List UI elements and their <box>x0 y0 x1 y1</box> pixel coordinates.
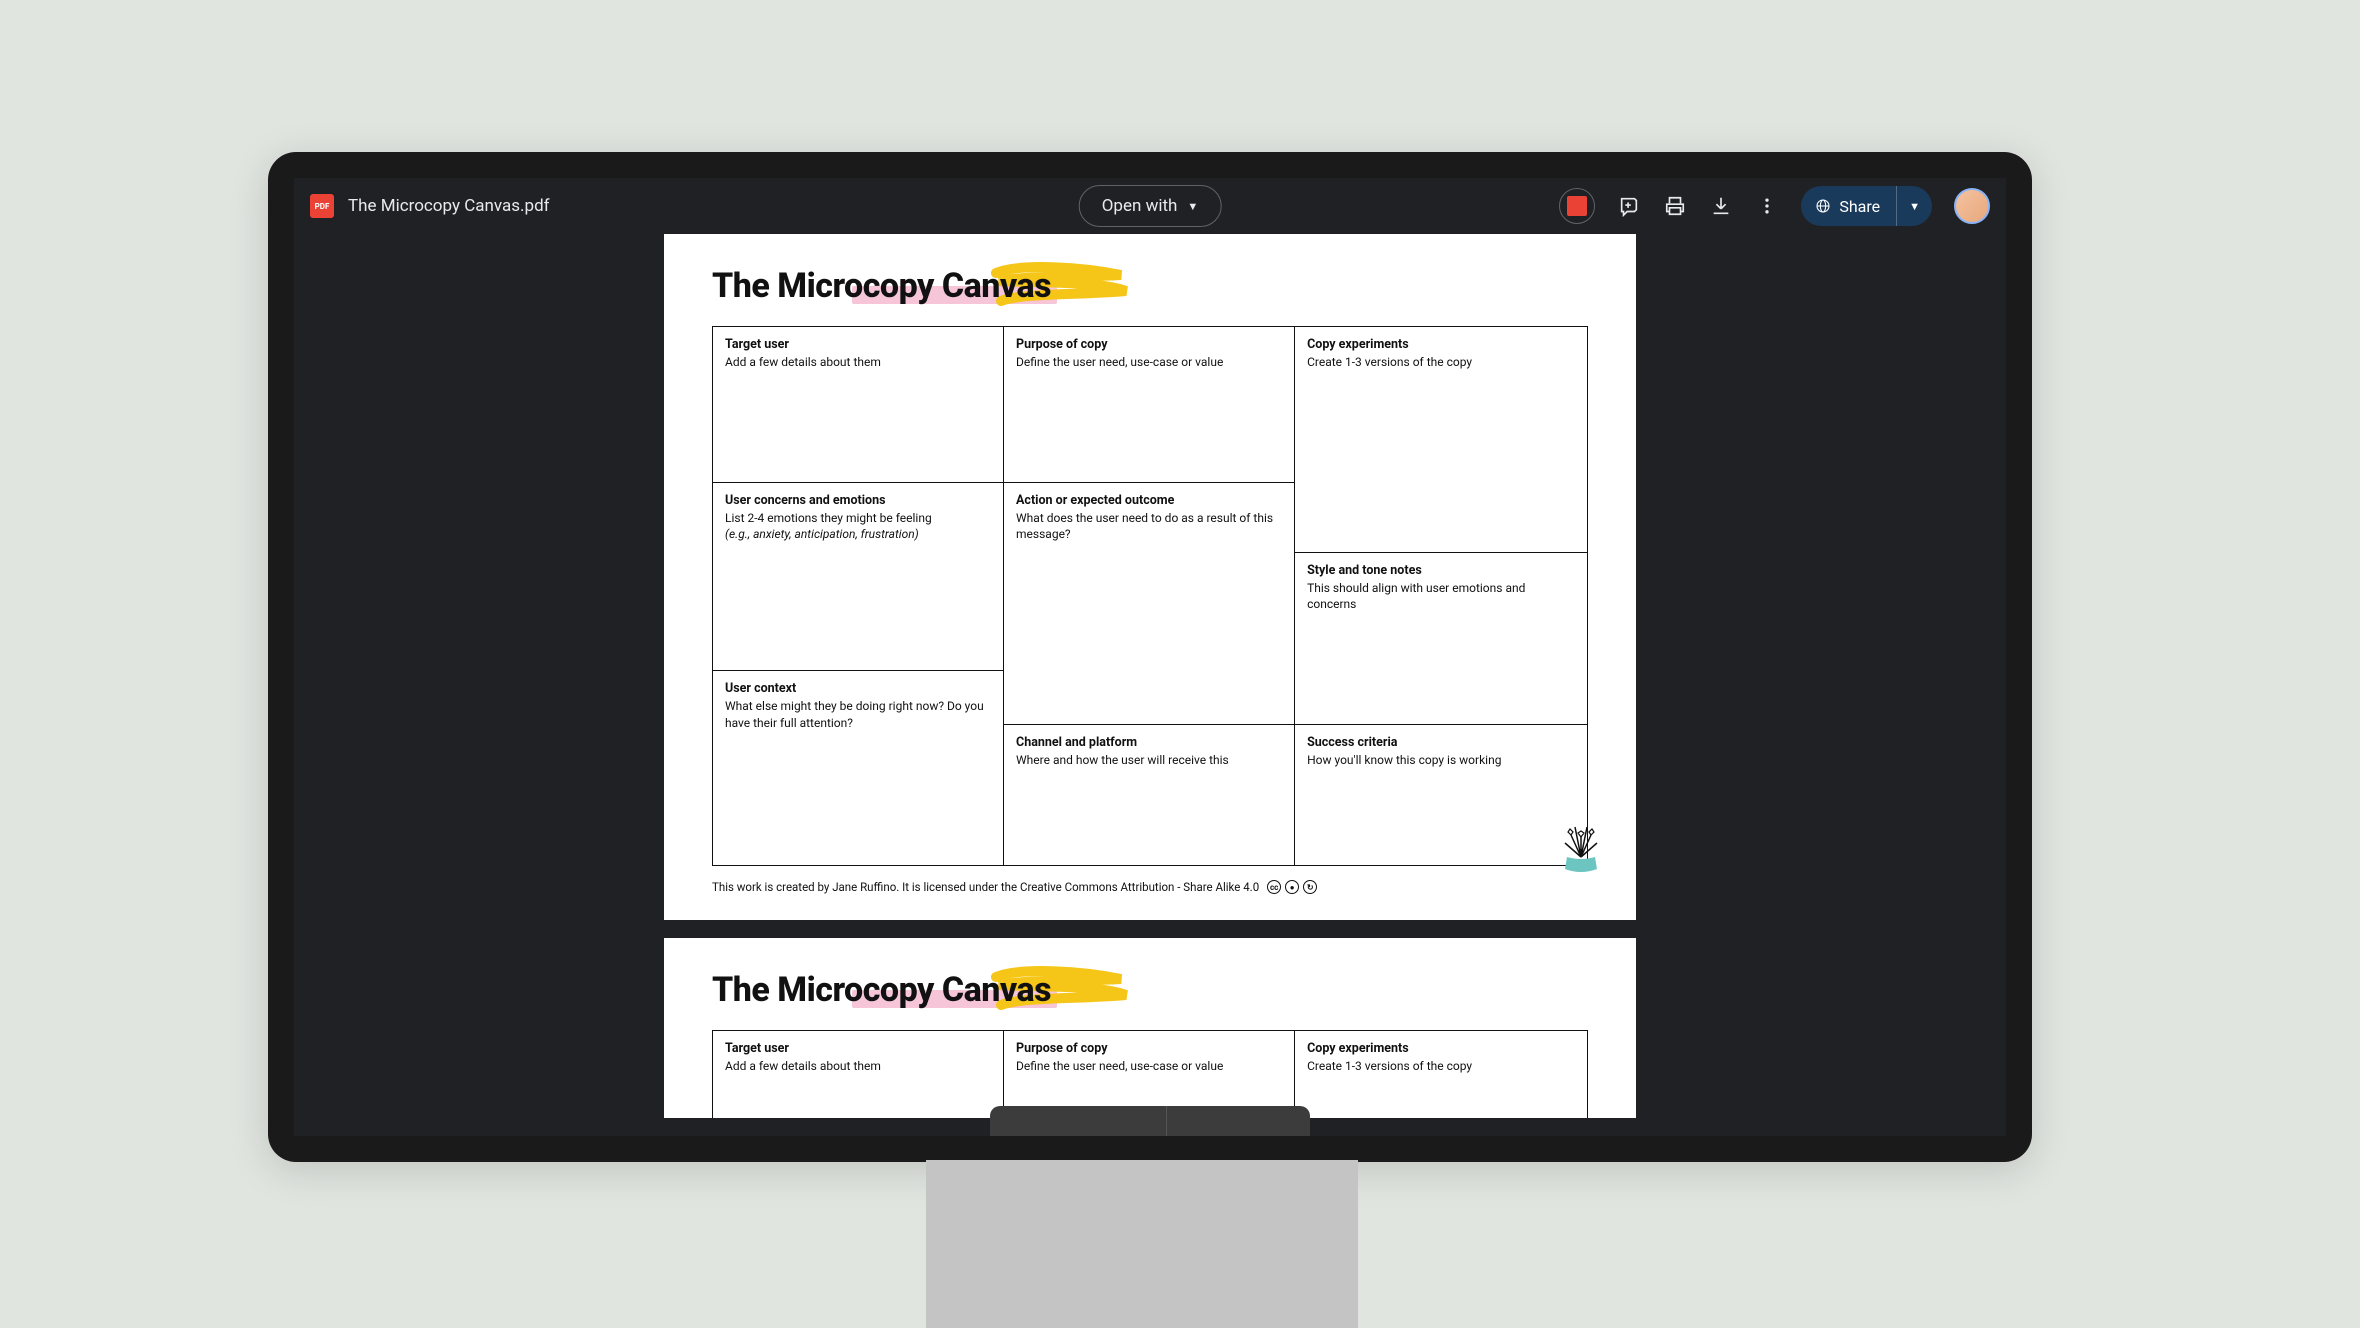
cell-title: Channel and platform <box>1016 735 1282 750</box>
cell-target-user: Target user Add a few details about them <box>713 1031 1004 1118</box>
share-dropdown-button[interactable]: ▼ <box>1897 186 1932 226</box>
download-icon <box>1710 195 1732 217</box>
cell-purpose: Purpose of copy Define the user need, us… <box>1004 327 1295 483</box>
cell-desc: What else might they be doing right now?… <box>725 698 991 730</box>
cell-desc: What does the user need to do as a resul… <box>1016 510 1282 542</box>
add-comment-button[interactable] <box>1617 194 1641 218</box>
cell-desc: Create 1-3 versions of the copy <box>1307 1058 1575 1074</box>
cell-title: Style and tone notes <box>1307 563 1575 578</box>
add-comment-icon <box>1618 195 1640 217</box>
cell-desc: How you'll know this copy is working <box>1307 752 1575 768</box>
footer-credit: This work is created by Jane Ruffino. It… <box>712 880 1588 894</box>
cell-target-user: Target user Add a few details about them <box>713 327 1004 483</box>
more-button[interactable] <box>1755 194 1779 218</box>
cell-desc: This should align with user emotions and… <box>1307 580 1575 612</box>
adobe-pdf-button[interactable] <box>1559 188 1595 224</box>
cc-icons: cc ● ↻ <box>1267 880 1317 894</box>
cell-success: Success criteria How you'll know this co… <box>1295 725 1587 865</box>
cell-copy-experiments: Copy experiments Create 1-3 versions of … <box>1295 1031 1587 1118</box>
cell-title: User context <box>725 681 991 696</box>
toolbar: PDF The Microcopy Canvas.pdf Open with ▼ <box>294 178 2006 234</box>
cell-context: User context What else might they be doi… <box>713 671 1004 865</box>
adobe-pdf-icon <box>1567 196 1587 216</box>
chevron-down-icon: ▼ <box>1187 200 1198 213</box>
page-title: The Microcopy Canvas <box>712 970 1051 1010</box>
share-label: Share <box>1839 197 1880 216</box>
print-icon <box>1664 195 1686 217</box>
print-button[interactable] <box>1663 194 1687 218</box>
chevron-down-icon: ▼ <box>1909 200 1920 213</box>
page-title-wrap: The Microcopy Canvas <box>712 970 1051 1010</box>
open-with-label: Open with <box>1102 196 1178 216</box>
canvas-grid: Target user Add a few details about them… <box>712 326 1588 866</box>
share-button[interactable]: Share <box>1801 186 1897 226</box>
cell-channel: Channel and platform Where and how the u… <box>1004 725 1295 865</box>
avatar[interactable] <box>1954 188 1990 224</box>
cell-desc: Where and how the user will receive this <box>1016 752 1282 768</box>
more-vertical-icon <box>1757 196 1777 216</box>
cell-title: Action or expected outcome <box>1016 493 1282 508</box>
pdf-page: The Microcopy Canvas Target user Add a f… <box>664 938 1636 1118</box>
page-title-wrap: The Microcopy Canvas <box>712 266 1051 306</box>
cell-title: Purpose of copy <box>1016 1041 1282 1056</box>
plant-illustration <box>1545 813 1617 885</box>
pdf-page: The Microcopy Canvas Target user Add a f… <box>664 234 1636 920</box>
pdf-badge-icon: PDF <box>310 194 334 218</box>
document-title: The Microcopy Canvas.pdf <box>348 196 550 216</box>
cell-copy-experiments: Copy experiments Create 1-3 versions of … <box>1295 327 1587 553</box>
cell-desc: List 2-4 emotions they might be feeling … <box>725 510 991 542</box>
cell-desc: Add a few details about them <box>725 354 991 370</box>
monitor-stand <box>926 1160 1358 1328</box>
cell-title: Purpose of copy <box>1016 337 1282 352</box>
cell-action: Action or expected outcome What does the… <box>1004 483 1295 725</box>
screen: PDF The Microcopy Canvas.pdf Open with ▼ <box>294 178 2006 1136</box>
download-button[interactable] <box>1709 194 1733 218</box>
credit-text: This work is created by Jane Ruffino. It… <box>712 880 1259 894</box>
sa-icon: ↻ <box>1303 880 1317 894</box>
cell-title: Target user <box>725 1041 991 1056</box>
monitor-frame: PDF The Microcopy Canvas.pdf Open with ▼ <box>268 152 2032 1162</box>
cell-title: User concerns and emotions <box>725 493 991 508</box>
toolbar-right: Share ▼ <box>1559 186 1990 226</box>
share-button-group: Share ▼ <box>1801 186 1932 226</box>
cell-desc: Create 1-3 versions of the copy <box>1307 354 1575 370</box>
cell-title: Copy experiments <box>1307 1041 1575 1056</box>
cell-concerns: User concerns and emotions List 2-4 emot… <box>713 483 1004 671</box>
by-icon: ● <box>1285 880 1299 894</box>
cell-desc: Define the user need, use-case or value <box>1016 1058 1282 1074</box>
globe-icon <box>1815 198 1831 214</box>
open-with-button[interactable]: Open with ▼ <box>1079 185 1222 227</box>
page-controls[interactable] <box>990 1106 1310 1136</box>
cell-style: Style and tone notes This should align w… <box>1295 553 1587 725</box>
cc-icon: cc <box>1267 880 1281 894</box>
toolbar-center: Open with ▼ <box>1079 185 1222 227</box>
canvas-grid: Target user Add a few details about them… <box>712 1030 1588 1118</box>
cell-title: Copy experiments <box>1307 337 1575 352</box>
pdf-viewer[interactable]: The Microcopy Canvas Target user Add a f… <box>294 234 2006 1136</box>
cell-desc: Add a few details about them <box>725 1058 991 1074</box>
cell-purpose: Purpose of copy Define the user need, us… <box>1004 1031 1295 1118</box>
cell-title: Success criteria <box>1307 735 1575 750</box>
page-title: The Microcopy Canvas <box>712 266 1051 306</box>
cell-desc: Define the user need, use-case or value <box>1016 354 1282 370</box>
cell-title: Target user <box>725 337 991 352</box>
